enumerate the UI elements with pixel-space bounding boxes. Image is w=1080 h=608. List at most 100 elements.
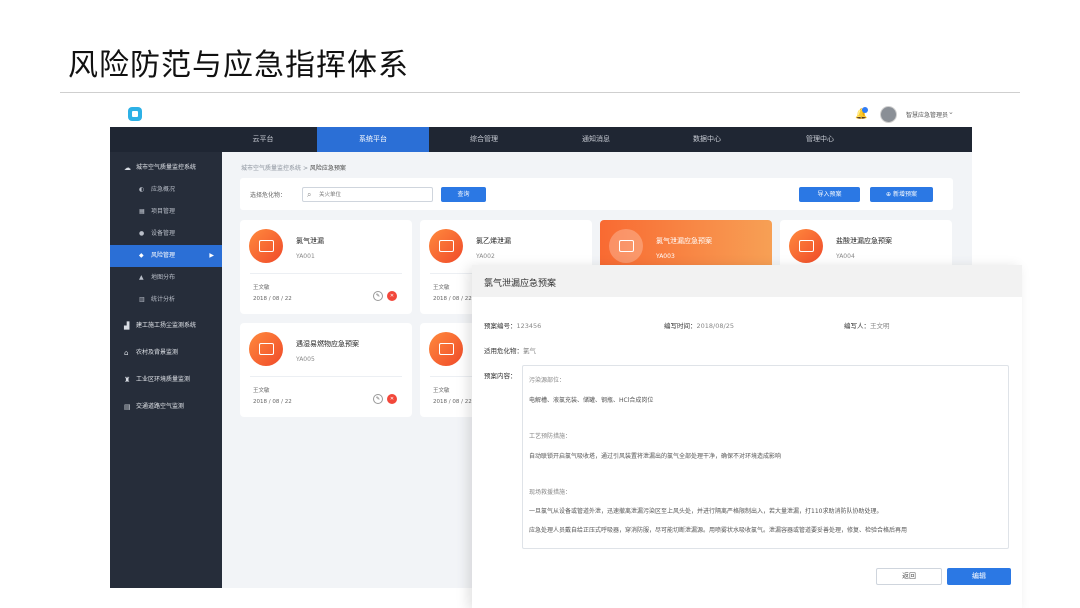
- map-icon: ▲: [139, 274, 144, 281]
- add-plan-button[interactable]: ⊕ 新增预案: [870, 187, 933, 202]
- back-button[interactable]: 返回: [876, 568, 942, 585]
- sidebar-item-map[interactable]: ▲ 地图分布: [110, 267, 222, 289]
- card-author: 王文敏: [253, 388, 270, 394]
- sidebar-item-devices[interactable]: ● 设备管理: [110, 223, 222, 245]
- nav-notifications[interactable]: 通知消息: [540, 127, 652, 152]
- document-icon: [429, 229, 463, 263]
- section-text: 应急处理人员戴自给正压式呼吸器，穿消防服，尽可能切断泄漏源。用喷雾状水吸收氯气。…: [529, 527, 908, 534]
- sidebar-item-stats[interactable]: ▥ 统计分析: [110, 289, 222, 311]
- plan-content-box[interactable]: 污染源部位： 电解槽、液氯充装、储罐、钢瓶、HCl合成岗位 工艺预防措施： 自动…: [522, 365, 1009, 549]
- document-icon: [249, 332, 283, 366]
- document-icon: [609, 229, 643, 263]
- search-box[interactable]: ⌕: [302, 187, 433, 202]
- sidebar-item-label: 应急概况: [151, 186, 176, 193]
- sidebar-item-risk[interactable]: ◆ 风险管理 ▶: [110, 245, 222, 267]
- query-button[interactable]: 查询: [441, 187, 486, 202]
- delete-icon[interactable]: ✕: [387, 394, 397, 404]
- card-title: 遇湿易燃物应急预案: [296, 340, 359, 348]
- section-heading: 现场救援措施：: [529, 489, 572, 496]
- sidebar-item-label: 风险管理: [151, 252, 176, 259]
- plan-writer-label: 编写人：: [844, 322, 870, 330]
- sidebar-group-industrial[interactable]: ♜ 工业区环境质量监测: [110, 369, 222, 391]
- sidebar-group-rural[interactable]: ⌂ 农村及背景监测: [110, 342, 222, 364]
- nav-system-platform[interactable]: 系统平台: [317, 127, 429, 152]
- notification-badge: [862, 107, 868, 113]
- card-date: 2018 / 08 / 22: [253, 296, 292, 302]
- plan-code-field: 预案编号：123456: [484, 320, 541, 330]
- cloud-icon: ☁: [124, 164, 131, 172]
- slide-divider: [60, 92, 1020, 93]
- card-title: 氯乙烯泄漏: [476, 237, 511, 245]
- breadcrumb-parent[interactable]: 城市空气质量监控系统: [241, 165, 301, 172]
- sidebar-item-projects[interactable]: ▦ 项目管理: [110, 201, 222, 223]
- road-icon: ▤: [124, 403, 131, 411]
- plan-writer-field: 编写人：王文明: [844, 320, 890, 330]
- sidebar-item-label: 设备管理: [151, 230, 176, 237]
- nav-cloud-platform[interactable]: 云平台: [207, 127, 319, 152]
- card-date: 2018 / 08 / 22: [433, 399, 472, 405]
- panel-title: 氯气泄漏应急预案: [484, 279, 557, 289]
- plan-code-label: 预案编号：: [484, 322, 517, 330]
- factory-icon: ♜: [124, 376, 131, 384]
- import-plan-button[interactable]: 导入预案: [799, 187, 860, 202]
- sidebar-group-label: 城市空气质量监控系统: [136, 164, 197, 171]
- search-input[interactable]: [319, 190, 429, 200]
- top-bar: 🔔 智慧应急管理员 ⌄: [110, 103, 972, 127]
- device-icon: ●: [139, 230, 145, 237]
- plan-time-label: 编写时间：: [664, 322, 697, 330]
- document-icon: [789, 229, 823, 263]
- plan-chemical-value: 氯气: [523, 347, 536, 355]
- card-author: 王文敏: [253, 285, 270, 291]
- sidebar-group-air-quality[interactable]: ☁ 城市空气质量监控系统: [110, 157, 222, 179]
- plan-chemical-field: 适用危化物：氯气: [484, 345, 536, 355]
- card-code: YA001: [296, 253, 315, 260]
- sidebar: ☁ 城市空气质量监控系统 ◐ 应急概况 ▦ 项目管理 ● 设备管理 ◆ 风险管理…: [110, 152, 222, 588]
- plan-time-field: 编写时间：2018/08/25: [664, 320, 734, 330]
- plan-chemical-label: 适用危化物：: [484, 347, 523, 355]
- card-code: YA002: [476, 253, 495, 260]
- card-title: 氯气泄漏: [296, 237, 324, 245]
- edit-icon[interactable]: ✎: [373, 394, 383, 404]
- plan-detail-panel: 氯气泄漏应急预案 预案编号：123456 编写时间：2018/08/25 编写人…: [472, 265, 1022, 608]
- section-text: 一旦氯气从设备或管道外泄，迅速撤离泄漏污染区至上风头处，并进行隔离严格限制出入，…: [529, 508, 883, 515]
- plan-time-value: 2018/08/25: [696, 322, 734, 330]
- plan-writer-value: 王文明: [870, 322, 890, 330]
- edit-button[interactable]: 编辑: [947, 568, 1011, 585]
- nav-general-management[interactable]: 综合管理: [428, 127, 540, 152]
- section-text: 自动联锁开启氯气吸收塔，通过引风装置将泄漏出的氯气全部处理干净，确保不对环境造成…: [529, 453, 782, 460]
- document-icon: [429, 332, 463, 366]
- main-nav: 云平台 系统平台 综合管理 通知消息 数据中心 管理中心: [110, 127, 972, 152]
- sidebar-group-label: 工业区环境质量监测: [136, 376, 191, 383]
- delete-icon[interactable]: ✕: [387, 291, 397, 301]
- section-text: 电解槽、液氯充装、储罐、钢瓶、HCl合成岗位: [529, 397, 654, 404]
- sidebar-group-traffic[interactable]: ▤ 交通道路空气监测: [110, 396, 222, 418]
- gauge-icon: ◐: [139, 186, 145, 193]
- card-author: 王文敏: [433, 285, 450, 291]
- plan-card[interactable]: 遇湿易燃物应急预案 YA005 王文敏 2018 / 08 / 22 ✎ ✕: [240, 323, 412, 417]
- panel-header: 氯气泄漏应急预案: [472, 265, 1022, 297]
- sidebar-item-label: 统计分析: [151, 296, 176, 303]
- grid-icon: ▦: [139, 208, 145, 215]
- sidebar-group-construction[interactable]: ▟ 建工施工扬尘监测系统: [110, 315, 222, 337]
- app-logo-icon[interactable]: [128, 107, 142, 121]
- user-name[interactable]: 智慧应急管理员: [906, 110, 948, 119]
- card-date: 2018 / 08 / 22: [433, 296, 472, 302]
- avatar[interactable]: [880, 106, 897, 123]
- plan-card[interactable]: 氯气泄漏 YA001 王文敏 2018 / 08 / 22 ✎ ✕: [240, 220, 412, 314]
- breadcrumb: 城市空气质量监控系统 > 风险应急预案: [241, 163, 346, 172]
- plan-content-label: 预案内容：: [484, 372, 517, 380]
- edit-icon[interactable]: ✎: [373, 291, 383, 301]
- section-heading: 工艺预防措施：: [529, 433, 572, 440]
- breadcrumb-separator: >: [302, 165, 308, 172]
- sidebar-group-label: 建工施工扬尘监测系统: [136, 322, 197, 329]
- chevron-down-icon[interactable]: ⌄: [948, 108, 954, 116]
- card-title: 盐酸泄漏应急预案: [836, 237, 892, 245]
- add-plan-label: 新增预案: [892, 191, 917, 198]
- nav-management-center[interactable]: 管理中心: [764, 127, 876, 152]
- sidebar-item-overview[interactable]: ◐ 应急概况: [110, 179, 222, 201]
- card-divider: [250, 273, 402, 274]
- slide-title: 风险防范与应急指挥体系: [68, 48, 409, 83]
- sidebar-item-label: 项目管理: [151, 208, 176, 215]
- bar-chart-icon: ▥: [139, 296, 145, 303]
- nav-data-center[interactable]: 数据中心: [651, 127, 763, 152]
